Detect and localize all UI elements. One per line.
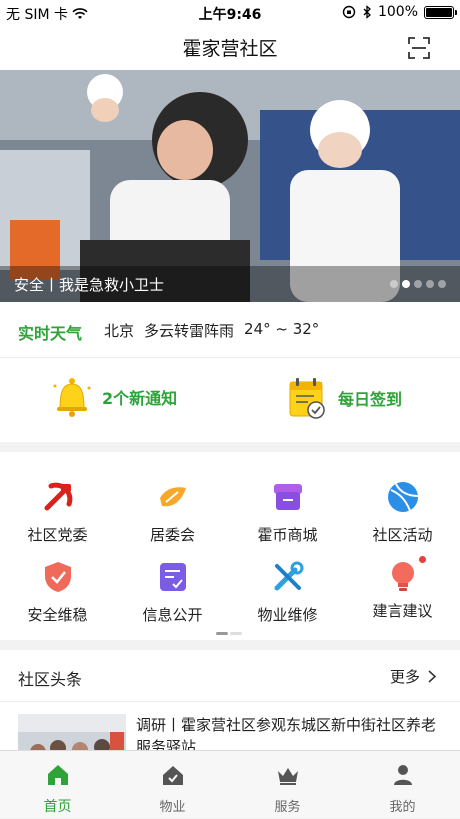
nav-bar: 霍家营社区: [0, 24, 460, 70]
weather-label: 实时天气: [18, 324, 83, 343]
repair-tools-icon: [274, 561, 303, 591]
news-section-header: 社区头条 更多: [0, 650, 460, 702]
grid-item-repair[interactable]: 物业维修: [230, 546, 345, 624]
quick-actions: 2个新通知 每日签到: [0, 358, 460, 442]
battery-icon: [424, 5, 457, 19]
weather-temperature: 24° ~ 32°: [244, 320, 320, 338]
weather-bar[interactable]: 实时天气 北京 多云转雷阵雨 24° ~ 32°: [0, 302, 460, 358]
news-list-item[interactable]: 调研丨霍家营社区参观东城区新中街社区养老服务驿站: [0, 702, 460, 750]
grid-label: 建言建议: [372, 602, 433, 620]
grid-item-mall[interactable]: 霍币商城: [230, 466, 345, 544]
bluetooth-icon: [363, 5, 371, 19]
news-thumbnail: [18, 714, 126, 750]
grid-item-activity[interactable]: 社区活动: [345, 466, 460, 544]
weather-condition: 多云转雷阵雨: [144, 322, 235, 340]
battery-percent: 100%: [377, 4, 418, 20]
lightbulb-icon: [391, 562, 414, 591]
unread-dot: [418, 556, 426, 563]
status-bar: 无 SIM 卡 上午9:46 100%: [0, 0, 460, 24]
property-house-icon: [162, 766, 183, 785]
shield-check-icon: [44, 562, 71, 592]
user-icon: [393, 765, 412, 785]
suggestion-icon-wrap: [386, 556, 426, 594]
grid-label: 社区活动: [372, 526, 433, 544]
tab-property[interactable]: 物业: [115, 751, 230, 819]
info-doc-icon: [159, 563, 186, 591]
grid-item-committee[interactable]: 居委会: [115, 466, 230, 544]
grid-item-info-public[interactable]: 信息公开: [115, 546, 230, 624]
notice-button[interactable]: 2个新通知: [52, 376, 177, 418]
calendar-check-icon: [289, 378, 325, 419]
page-title: 霍家营社区: [182, 38, 278, 60]
grid-label: 霍币商城: [257, 526, 318, 544]
weather-info: 北京 多云转雷阵雨 24° ~ 32°: [104, 320, 319, 341]
signin-label: 每日签到: [338, 390, 403, 409]
carousel-dot[interactable]: [390, 280, 398, 288]
tab-bar: 首页 物业 服务 我的: [0, 750, 460, 818]
carousel-indicator: [390, 280, 446, 288]
daily-signin-button[interactable]: 每日签到: [286, 376, 402, 420]
grid-pager: [216, 632, 242, 635]
pager-indicator-active: [216, 632, 228, 635]
banner-carousel[interactable]: 安全丨我是急救小卫士: [0, 70, 460, 302]
crown-service-icon: [277, 768, 298, 785]
banner-caption: 安全丨我是急救小卫士: [0, 266, 460, 302]
tab-label: 我的: [389, 800, 416, 815]
grid-item-safety[interactable]: 安全维稳: [0, 546, 115, 624]
news-section-title: 社区头条: [18, 670, 83, 689]
tab-home[interactable]: 首页: [0, 751, 115, 819]
pager-indicator: [230, 632, 242, 635]
news-thumbnail-image: [18, 714, 126, 750]
news-more-link[interactable]: 更多: [390, 666, 436, 687]
tab-label: 物业: [159, 800, 186, 815]
weather-city: 北京: [104, 322, 135, 340]
grid-label: 居委会: [149, 526, 195, 544]
bell-icon: [53, 378, 91, 417]
chevron-right-icon: [428, 670, 436, 683]
more-label: 更多: [389, 668, 420, 686]
mall-icon: [273, 484, 302, 510]
grid-label: 社区党委: [27, 526, 88, 544]
grid-item-suggestion[interactable]: 建言建议: [345, 546, 460, 622]
party-emblem-icon: [44, 482, 72, 511]
news-title: 调研丨霍家营社区参观东城区新中街社区养老服务驿站: [136, 716, 437, 750]
tab-mine[interactable]: 我的: [345, 751, 460, 819]
notice-label: 2个新通知: [102, 389, 178, 408]
home-icon: [47, 765, 68, 785]
scan-icon[interactable]: [408, 37, 430, 59]
grid-label: 信息公开: [142, 606, 203, 624]
tab-label: 服务: [274, 800, 301, 815]
tab-service[interactable]: 服务: [230, 751, 345, 819]
grid-label: 物业维修: [257, 606, 318, 624]
banner-caption-text: 安全丨我是急救小卫士: [14, 276, 165, 294]
carousel-dot[interactable]: [414, 280, 422, 288]
grid-label: 安全维稳: [27, 606, 88, 624]
status-right: 100%: [342, 4, 457, 20]
carousel-dot-active[interactable]: [402, 280, 410, 288]
carousel-dot[interactable]: [438, 280, 446, 288]
activity-ball-icon: [387, 482, 418, 512]
grid-item-party[interactable]: 社区党委: [0, 466, 115, 544]
tab-label: 首页: [43, 799, 72, 815]
carousel-dot[interactable]: [426, 280, 434, 288]
committee-icon: [159, 487, 186, 507]
function-grid: 社区党委 居委会 霍币商城 社区活动 安全维稳 信息公开 物业维修 建言建议: [0, 452, 460, 640]
rotation-lock-icon: [342, 5, 356, 19]
